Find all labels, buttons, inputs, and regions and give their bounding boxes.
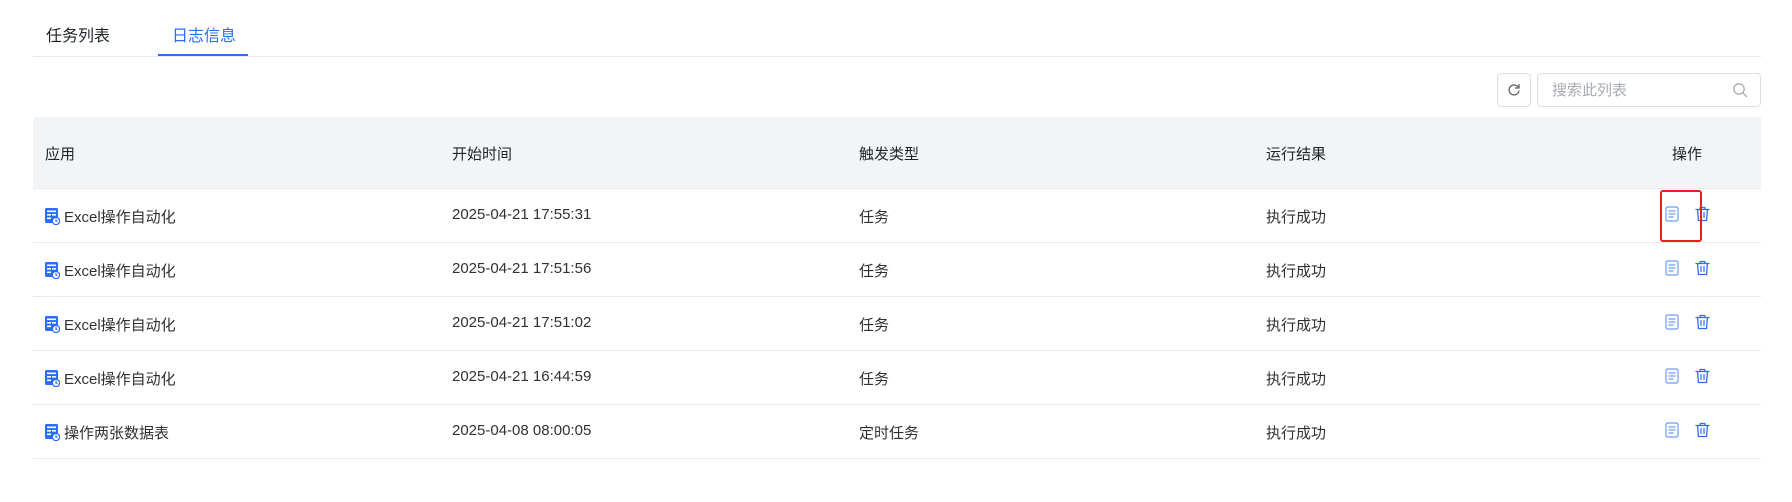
trigger-type: 任务 xyxy=(859,371,890,388)
start-time: 2025-04-21 17:51:02 xyxy=(452,314,592,331)
app-cell[interactable]: Excel操作自动化 xyxy=(45,368,176,389)
start-time: 2025-04-21 16:44:59 xyxy=(452,368,592,385)
app-name: Excel操作自动化 xyxy=(64,209,176,226)
app-cell[interactable]: 操作两张数据表 xyxy=(45,422,169,443)
table-header: 应用 开始时间 触发类型 运行结果 操作 xyxy=(33,117,1761,189)
trigger-type: 任务 xyxy=(859,317,890,334)
view-log-icon[interactable] xyxy=(1665,422,1679,438)
app-name: Excel操作自动化 xyxy=(64,317,176,334)
trash-icon[interactable] xyxy=(1695,422,1710,438)
trash-icon[interactable] xyxy=(1695,314,1710,330)
view-log-icon[interactable] xyxy=(1665,206,1679,222)
search-icon[interactable] xyxy=(1732,82,1748,98)
run-result: 执行成功 xyxy=(1266,425,1327,442)
column-header-start-time: 开始时间 xyxy=(452,146,513,163)
run-result: 执行成功 xyxy=(1266,209,1327,226)
view-log-icon[interactable] xyxy=(1665,314,1679,330)
run-result: 执行成功 xyxy=(1266,317,1327,334)
app-name: 操作两张数据表 xyxy=(64,425,170,442)
table-row: Excel操作自动化 2025-04-21 17:51:56 任务 执行成功 xyxy=(33,243,1761,297)
start-time: 2025-04-21 17:55:31 xyxy=(452,206,592,223)
column-header-trigger-type: 触发类型 xyxy=(859,146,920,163)
run-result: 执行成功 xyxy=(1266,263,1327,280)
trigger-type: 定时任务 xyxy=(859,425,920,442)
trash-icon[interactable] xyxy=(1695,206,1710,222)
column-header-result: 运行结果 xyxy=(1266,146,1327,163)
excel-app-icon xyxy=(45,208,60,225)
excel-app-icon xyxy=(45,316,60,333)
app-cell[interactable]: Excel操作自动化 xyxy=(45,260,176,281)
table-row: 操作两张数据表 2025-04-08 08:00:05 定时任务 执行成功 xyxy=(33,405,1761,459)
trigger-type: 任务 xyxy=(859,209,890,226)
trash-icon[interactable] xyxy=(1695,368,1710,384)
start-time: 2025-04-08 08:00:05 xyxy=(452,422,592,439)
start-time: 2025-04-21 17:51:56 xyxy=(452,260,592,277)
table-row: Excel操作自动化 2025-04-21 17:55:31 任务 执行成功 xyxy=(33,189,1761,243)
tab-task-list[interactable]: 任务列表 xyxy=(46,22,110,46)
refresh-button[interactable] xyxy=(1497,73,1531,107)
run-result: 执行成功 xyxy=(1266,371,1327,388)
trash-icon[interactable] xyxy=(1695,260,1710,276)
table-row: Excel操作自动化 2025-04-21 17:51:02 任务 执行成功 xyxy=(33,297,1761,351)
tab-bar: 任务列表 日志信息 xyxy=(33,0,1761,57)
active-tab-indicator xyxy=(158,54,248,56)
search-box[interactable] xyxy=(1537,73,1761,107)
column-header-app: 应用 xyxy=(45,146,76,163)
log-table: 应用 开始时间 触发类型 运行结果 操作 Excel操作自动化 2025-04-… xyxy=(33,117,1761,459)
excel-app-icon xyxy=(45,370,60,387)
excel-app-icon xyxy=(45,424,60,441)
excel-app-icon xyxy=(45,262,60,279)
refresh-icon xyxy=(1508,83,1520,96)
column-header-actions: 操作 xyxy=(1672,146,1703,163)
table-row: Excel操作自动化 2025-04-21 16:44:59 任务 执行成功 xyxy=(33,351,1761,405)
search-input[interactable] xyxy=(1552,74,1722,106)
app-cell[interactable]: Excel操作自动化 xyxy=(45,206,176,227)
app-cell[interactable]: Excel操作自动化 xyxy=(45,314,176,335)
tab-log-info[interactable]: 日志信息 xyxy=(172,22,236,46)
app-name: Excel操作自动化 xyxy=(64,263,176,280)
view-log-icon[interactable] xyxy=(1665,260,1679,276)
app-name: Excel操作自动化 xyxy=(64,371,176,388)
view-log-icon[interactable] xyxy=(1665,368,1679,384)
trigger-type: 任务 xyxy=(859,263,890,280)
